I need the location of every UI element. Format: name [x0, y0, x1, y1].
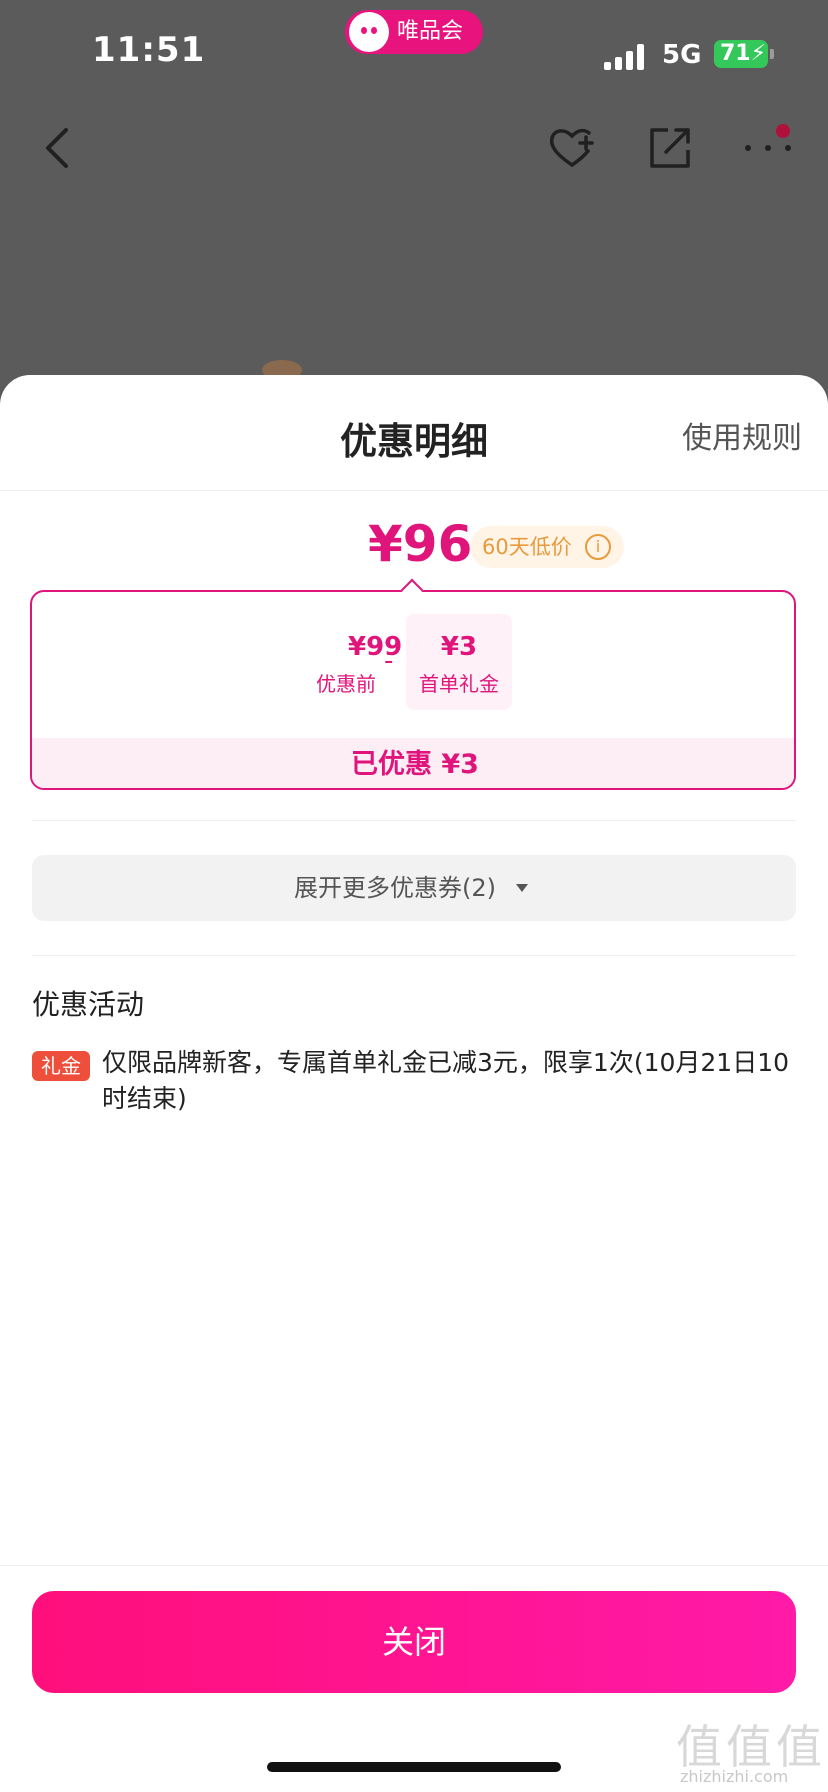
- status-bar: 11:51 唯品会 5G 71⚡: [0, 0, 828, 100]
- final-price: ¥96: [368, 515, 473, 573]
- coupon-amount: ¥3: [440, 632, 478, 662]
- header-divider: [0, 490, 828, 491]
- network-type: 5G: [662, 40, 702, 70]
- favorite-button[interactable]: [542, 118, 602, 178]
- promotion-description: 仅限品牌新客，专属首单礼金已减3元，限享1次(10月21日10时结束): [102, 1048, 790, 1113]
- heart-plus-icon: [549, 128, 594, 167]
- battery-cap: [770, 49, 774, 59]
- caret-down-icon: [516, 884, 528, 892]
- close-button[interactable]: 关闭: [32, 1591, 796, 1693]
- section-divider: [32, 955, 796, 956]
- original-price-label: 优惠前: [316, 672, 376, 696]
- expand-more-coupons-label: 展开更多优惠券(2): [294, 874, 496, 902]
- original-price: ¥99: [348, 632, 403, 662]
- charging-bolt-icon: ⚡: [750, 41, 767, 66]
- promotions-section-title: 优惠活动: [32, 988, 145, 1021]
- rabbit-mascot-icon: [349, 12, 389, 52]
- battery-icon: 71⚡: [714, 40, 768, 68]
- back-button[interactable]: [30, 118, 90, 178]
- discount-detail-sheet: 优惠明细 使用规则 ¥96 60天低价 i ¥99 优惠前 - ¥3 首单礼金 …: [0, 375, 828, 1792]
- first-order-coupon: ¥3 首单礼金: [406, 614, 512, 710]
- battery-level: 71: [720, 41, 751, 66]
- breakdown-divider: [32, 820, 796, 821]
- info-icon: i: [585, 534, 611, 560]
- status-time: 11:51: [92, 30, 206, 70]
- app-indicator-pill[interactable]: 唯品会: [345, 10, 483, 54]
- share-icon: [650, 128, 690, 168]
- footer-divider: [0, 1565, 828, 1566]
- usage-rules-link[interactable]: 使用规则: [682, 413, 802, 457]
- home-indicator[interactable]: [267, 1762, 561, 1772]
- low-price-badge[interactable]: 60天低价 i: [470, 526, 624, 568]
- minus-sign: -: [384, 646, 394, 676]
- coupon-label: 首单礼金: [419, 672, 499, 696]
- chevron-left-icon: [46, 128, 68, 168]
- app-name: 唯品会: [397, 19, 464, 44]
- expand-more-coupons-button[interactable]: 展开更多优惠券(2): [32, 855, 796, 921]
- price-breakdown-card: ¥99 优惠前 - ¥3 首单礼金 已优惠 ¥3: [30, 590, 796, 790]
- low-price-badge-label: 60天低价: [482, 535, 572, 559]
- share-button[interactable]: [640, 118, 700, 178]
- total-saved: 已优惠 ¥3: [32, 738, 794, 788]
- notification-dot: [776, 124, 790, 138]
- gift-money-tag: 礼金: [32, 1051, 90, 1081]
- watermark-url: zhizhizhi.com: [680, 1767, 789, 1786]
- cellular-signal-icon: [604, 44, 646, 70]
